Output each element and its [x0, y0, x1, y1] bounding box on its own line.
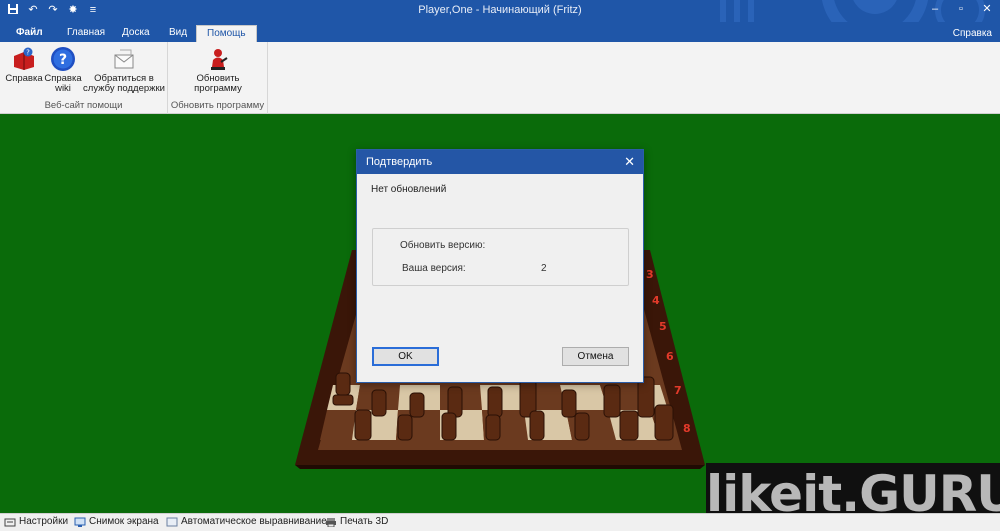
rank-label-4: 4	[652, 294, 660, 307]
tab-board[interactable]: Доска	[112, 25, 160, 42]
svg-text:?: ?	[26, 49, 30, 57]
support-button[interactable]: Обратиться в службу поддержки	[83, 46, 165, 94]
tab-file[interactable]: Файл	[6, 25, 53, 42]
your-version-label: Ваша версия:	[402, 263, 466, 274]
rank-label-8: 8	[683, 422, 691, 435]
help-button-label: Справка	[5, 73, 43, 84]
update-icon	[205, 46, 231, 72]
support-label: Обратиться в службу поддержки	[83, 73, 165, 94]
window-controls: – ▫ ✕	[922, 0, 1000, 20]
status-bar: Настройки Снимок экрана Автоматическое в…	[0, 513, 1000, 531]
dialog-title-bar: Подтвердить ✕	[357, 150, 643, 174]
ribbon-tabs: Файл Главная Доска Вид Помощь Справка	[0, 22, 1000, 42]
your-version-value: 2	[541, 263, 547, 274]
ok-button[interactable]: OK	[372, 347, 439, 366]
tab-home[interactable]: Главная	[57, 25, 115, 42]
tab-help[interactable]: Помощь	[196, 25, 257, 42]
update-version-label: Обновить версию:	[400, 240, 486, 251]
rank-label-5: 5	[659, 320, 667, 333]
minimize-button[interactable]: –	[922, 0, 948, 20]
title-bar: ↶ ↷ ✸ ≡ Player,One - Начинающий (Fritz) …	[0, 0, 1000, 22]
update-label: Обновить программу	[194, 73, 242, 94]
window-title: Player,One - Начинающий (Fritz)	[418, 4, 582, 16]
screenshot-icon	[74, 517, 86, 527]
status-settings-label: Настройки	[19, 516, 69, 527]
rank-label-6: 6	[666, 350, 674, 363]
help-question-icon: ?	[50, 46, 76, 72]
group-label-help-website: Веб-сайт помощи	[44, 100, 123, 111]
settings-icon	[4, 518, 16, 526]
help-wiki-button[interactable]: ? Справка wiki	[44, 46, 82, 94]
version-info-box: Обновить версию: Ваша версия: 2	[372, 228, 629, 286]
rank-label-3: 3	[646, 268, 654, 281]
cancel-button[interactable]: Отмена	[562, 347, 629, 366]
confirm-dialog: Подтвердить ✕ Нет обновлений Обновить ве…	[356, 149, 644, 383]
status-auto-align-label: Автоматическое выравнивание	[181, 516, 327, 527]
status-settings[interactable]: Настройки	[4, 516, 68, 527]
group-help-website: ? Справка ? Справка wiki Обратиться в сл…	[0, 42, 168, 114]
status-auto-align[interactable]: Автоматическое выравнивание	[166, 516, 327, 527]
dialog-title: Подтвердить	[366, 156, 433, 168]
group-update: Обновить программу Обновить программу	[168, 42, 268, 114]
support-mail-icon	[111, 46, 137, 72]
dialog-close-icon[interactable]: ✕	[624, 150, 635, 174]
help-book-icon: ?	[11, 46, 37, 72]
restore-button[interactable]: ▫	[948, 0, 974, 20]
help-button[interactable]: ? Справка	[5, 46, 43, 84]
group-label-update: Обновить программу	[170, 100, 265, 111]
auto-align-icon	[166, 517, 178, 526]
dialog-message: Нет обновлений	[371, 184, 447, 195]
ribbon: ? Справка ? Справка wiki Обратиться в сл…	[0, 42, 1000, 114]
status-screenshot[interactable]: Снимок экрана	[74, 516, 159, 527]
status-screenshot-label: Снимок экрана	[89, 516, 159, 527]
status-print-3d[interactable]: Печать 3D	[325, 516, 388, 527]
print-3d-icon	[326, 517, 336, 527]
svg-text:?: ?	[59, 52, 67, 68]
update-button[interactable]: Обновить программу	[178, 46, 258, 94]
help-link[interactable]: Справка	[953, 28, 992, 39]
rank-label-7: 7	[674, 384, 682, 397]
tab-view[interactable]: Вид	[159, 25, 197, 42]
status-print-3d-label: Печать 3D	[340, 516, 389, 527]
help-wiki-label: Справка wiki	[44, 73, 82, 94]
close-button[interactable]: ✕	[974, 0, 1000, 20]
